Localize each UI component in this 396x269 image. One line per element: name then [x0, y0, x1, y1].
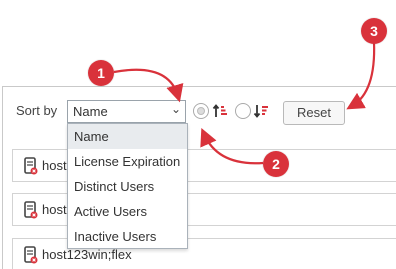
row-label: host [42, 202, 67, 217]
sort-by-label: Sort by [16, 103, 58, 118]
server-error-icon [24, 157, 38, 175]
callout-badge-3: 3 [361, 18, 387, 44]
sort-by-select[interactable]: Name ⌄ [67, 100, 186, 123]
sort-option-license-expiration[interactable]: License Expiration [68, 149, 187, 174]
sort-option-name[interactable]: Name [68, 124, 187, 149]
row-label: host [42, 158, 67, 173]
chevron-down-icon: ⌄ [170, 102, 181, 116]
sort-by-dropdown-list: Name License Expiration Distinct Users A… [67, 123, 188, 249]
reset-button[interactable]: Reset [283, 101, 345, 125]
sort-ascending-radio[interactable] [193, 103, 209, 119]
server-error-icon [24, 246, 38, 264]
sort-option-distinct-users[interactable]: Distinct Users [68, 174, 187, 199]
sort-by-selected-value: Name [73, 104, 108, 119]
server-error-icon [24, 201, 38, 219]
row-label: host123win;flex [42, 247, 132, 262]
callout-badge-2: 2 [263, 151, 289, 177]
sort-option-inactive-users[interactable]: Inactive Users [68, 224, 187, 249]
sort-descending-radio[interactable] [235, 103, 251, 119]
sort-option-active-users[interactable]: Active Users [68, 199, 187, 224]
sort-descending-icon [253, 105, 268, 118]
callout-badge-1: 1 [88, 60, 114, 86]
sort-ascending-icon [212, 104, 227, 117]
